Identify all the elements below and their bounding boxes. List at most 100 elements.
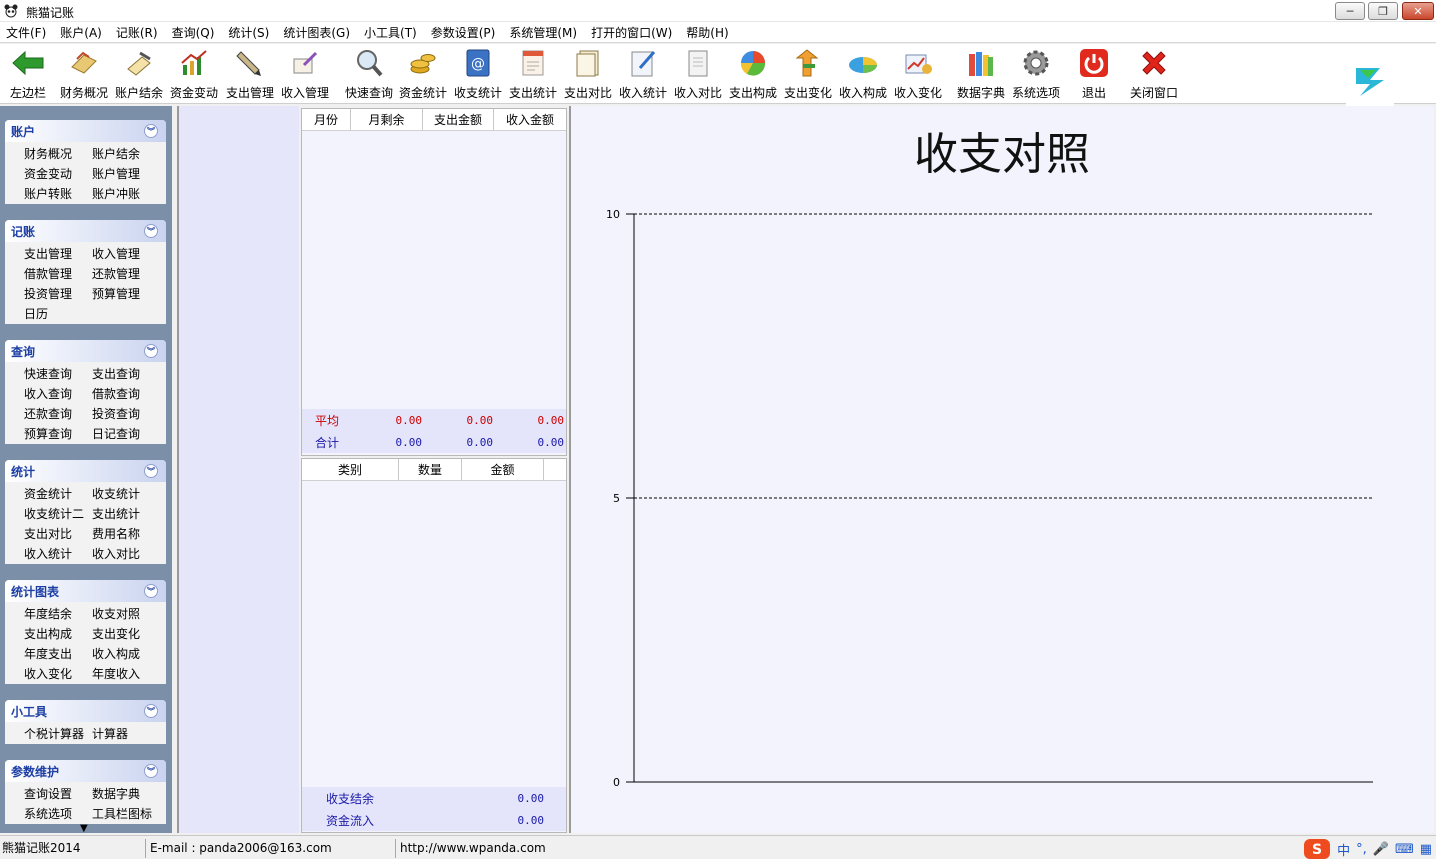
sidebar-item[interactable]: 收入构成 — [92, 646, 160, 662]
sidebar-item[interactable]: 快速查询 — [24, 366, 92, 382]
sidebar-item[interactable]: 系统选项 — [24, 806, 92, 822]
toolbar-left-sidebar-button[interactable]: 左边栏 — [10, 47, 46, 101]
sidebar-item[interactable]: 财务概况 — [24, 146, 92, 162]
sidebar-item[interactable]: 预算查询 — [24, 426, 92, 442]
toolbar-income-compare-button[interactable]: 收入对比 — [674, 47, 722, 101]
toolbar-account-balance-button[interactable]: 账户结余 — [115, 47, 163, 101]
toolbar-close-window-button[interactable]: 关闭窗口 — [1130, 47, 1178, 101]
sidebar-item[interactable]: 支出查询 — [92, 366, 160, 382]
toolbar-expense-composition-button[interactable]: 支出构成 — [729, 47, 777, 101]
sidebar-panel-header[interactable]: 参数维护 ︾ — [5, 760, 166, 782]
minimize-button[interactable]: ─ — [1335, 2, 1365, 20]
sidebar-item[interactable]: 费用名称 — [92, 526, 160, 542]
chevron-down-icon[interactable]: ︾ — [144, 464, 158, 478]
sidebar-panel-header[interactable]: 统计 ︾ — [5, 460, 166, 482]
scroll-down-arrow-icon[interactable]: ▼ — [80, 823, 88, 833]
sidebar-item[interactable]: 收入统计 — [24, 546, 92, 562]
column-header-expense[interactable]: 支出金额 — [423, 109, 494, 130]
toolbar-system-options-button[interactable]: 系统选项 — [1012, 47, 1060, 101]
menu-file[interactable]: 文件(F) — [6, 24, 46, 41]
sidebar-item[interactable]: 投资管理 — [24, 286, 92, 302]
sidebar-item[interactable]: 工具栏图标 — [92, 806, 160, 822]
toolbar-expense-stats-button[interactable]: 支出统计 — [509, 47, 557, 101]
sidebar-item[interactable]: 年度收入 — [92, 666, 160, 682]
sidebar-item[interactable]: 账户冲账 — [92, 186, 160, 202]
sidebar-item[interactable]: 计算器 — [92, 726, 160, 742]
sidebar-item[interactable]: 日历 — [24, 306, 92, 322]
ime-menu-icon[interactable]: ▦ — [1420, 842, 1432, 857]
sidebar-item[interactable]: 资金统计 — [24, 486, 92, 502]
sidebar-panel-header[interactable]: 记账 ︾ — [5, 220, 166, 242]
chevron-down-icon[interactable]: ︾ — [144, 344, 158, 358]
sidebar-item[interactable]: 年度结余 — [24, 606, 92, 622]
ime-microphone-icon[interactable]: 🎤 — [1373, 842, 1389, 857]
sidebar-item[interactable]: 收入变化 — [24, 666, 92, 682]
sidebar-item[interactable]: 收支统计二 — [24, 506, 92, 522]
toolbar-income-expense-stats-button[interactable]: @ 收支统计 — [454, 47, 502, 101]
sidebar-item[interactable]: 账户转账 — [24, 186, 92, 202]
sidebar-item[interactable]: 收入对比 — [92, 546, 160, 562]
toolbar-income-manage-button[interactable]: 收入管理 — [281, 47, 329, 101]
column-header-remaining[interactable]: 月剩余 — [351, 109, 423, 130]
sidebar-item[interactable]: 收支对照 — [92, 606, 160, 622]
menu-charts[interactable]: 统计图表(G) — [283, 24, 350, 41]
column-header-month[interactable]: 月份 — [302, 109, 351, 130]
toolbar-quick-search-button[interactable]: 快速查询 — [345, 47, 393, 101]
menu-tools[interactable]: 小工具(T) — [364, 24, 417, 41]
toolbar-expense-change-button[interactable]: 支出变化 — [784, 47, 832, 101]
sidebar-item[interactable]: 收入管理 — [92, 246, 160, 262]
toolbar-income-composition-button[interactable]: 收入构成 — [839, 47, 887, 101]
sidebar-panel-header[interactable]: 统计图表 ︾ — [5, 580, 166, 602]
sidebar-item[interactable]: 预算管理 — [92, 286, 160, 302]
menu-help[interactable]: 帮助(H) — [686, 24, 728, 41]
menu-system[interactable]: 系统管理(M) — [509, 24, 577, 41]
column-header-count[interactable]: 数量 — [399, 459, 462, 480]
chevron-down-icon[interactable]: ︾ — [144, 224, 158, 238]
sidebar-panel-header[interactable]: 查询 ︾ — [5, 340, 166, 362]
toolbar-exit-button[interactable]: 退出 — [1077, 47, 1111, 101]
status-url[interactable]: http://www.wpanda.com — [398, 839, 1282, 858]
chevron-down-icon[interactable]: ︾ — [144, 124, 158, 138]
menu-record[interactable]: 记账(R) — [116, 24, 158, 41]
sidebar-panel-header[interactable]: 小工具 ︾ — [5, 700, 166, 722]
toolbar-expense-manage-button[interactable]: 支出管理 — [226, 47, 274, 101]
chevron-down-icon[interactable]: ︾ — [144, 584, 158, 598]
toolbar-income-stats-button[interactable]: 收入统计 — [619, 47, 667, 101]
sidebar-item[interactable]: 支出变化 — [92, 626, 160, 642]
sidebar-item[interactable]: 日记查询 — [92, 426, 160, 442]
menu-stats[interactable]: 统计(S) — [228, 24, 269, 41]
sidebar-item[interactable]: 支出构成 — [24, 626, 92, 642]
column-header-amount[interactable]: 金额 — [462, 459, 544, 480]
toolbar-data-dictionary-button[interactable]: 数据字典 — [957, 47, 1005, 101]
ime-chinese-mode[interactable]: 中 — [1337, 840, 1350, 859]
sidebar-item[interactable]: 还款管理 — [92, 266, 160, 282]
sogou-ime-icon[interactable]: S — [1303, 838, 1331, 859]
toolbar-fund-stats-button[interactable]: 资金统计 — [399, 47, 447, 101]
menu-account[interactable]: 账户(A) — [60, 24, 102, 41]
menu-query[interactable]: 查询(Q) — [172, 24, 215, 41]
column-header-category[interactable]: 类别 — [302, 459, 399, 480]
sidebar-item[interactable]: 查询设置 — [24, 786, 92, 802]
ime-punctuation-icon[interactable]: °, — [1356, 842, 1367, 857]
sidebar-item[interactable]: 收入查询 — [24, 386, 92, 402]
sidebar-item[interactable]: 账户结余 — [92, 146, 160, 162]
close-window-button[interactable]: ✕ — [1402, 2, 1434, 20]
restore-button[interactable]: ❐ — [1368, 2, 1398, 20]
menu-params[interactable]: 参数设置(P) — [431, 24, 496, 41]
chevron-down-icon[interactable]: ︾ — [144, 704, 158, 718]
toolbar-expense-compare-button[interactable]: 支出对比 — [564, 47, 612, 101]
sidebar-item[interactable]: 还款查询 — [24, 406, 92, 422]
sidebar-item[interactable]: 支出管理 — [24, 246, 92, 262]
sidebar-item[interactable]: 支出对比 — [24, 526, 92, 542]
sidebar-panel-header[interactable]: 账户 ︾ — [5, 120, 166, 142]
menu-windows[interactable]: 打开的窗口(W) — [591, 24, 672, 41]
toolbar-fund-change-button[interactable]: 资金变动 — [170, 47, 218, 101]
ime-keyboard-icon[interactable]: ⌨ — [1395, 842, 1414, 857]
sidebar-item[interactable]: 个税计算器 — [24, 726, 92, 742]
sidebar-item[interactable]: 借款管理 — [24, 266, 92, 282]
sidebar-item[interactable]: 投资查询 — [92, 406, 160, 422]
sidebar-item[interactable]: 借款查询 — [92, 386, 160, 402]
toolbar-finance-overview-button[interactable]: 财务概况 — [60, 47, 108, 101]
sidebar-item[interactable]: 账户管理 — [92, 166, 160, 182]
column-header-income[interactable]: 收入金额 — [494, 109, 566, 130]
